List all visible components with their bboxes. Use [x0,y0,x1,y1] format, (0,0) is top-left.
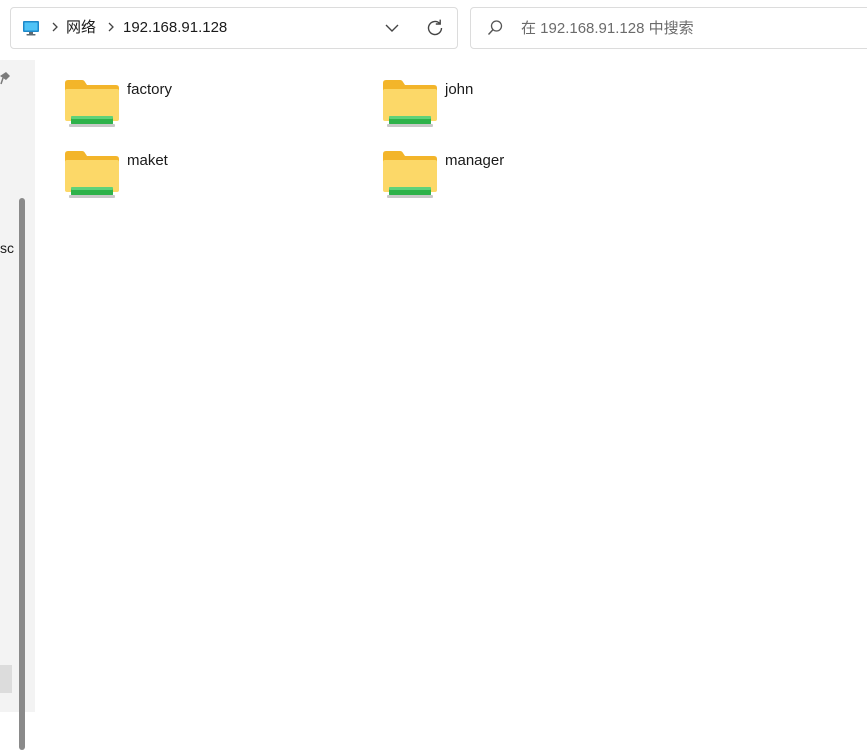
folder-name: john [445,81,474,98]
nav-scrollbar[interactable] [19,198,25,750]
refresh-button[interactable] [423,16,447,40]
folder-item-factory[interactable]: factory [64,79,364,137]
nav-item-label[interactable]: sc [0,240,14,256]
chevron-down-icon [385,24,399,32]
search-input[interactable]: 在 192.168.91.128 中搜索 [470,7,867,49]
chevron-right-icon[interactable] [106,20,116,34]
shared-folder-icon [65,151,119,198]
search-placeholder: 在 192.168.91.128 中搜索 [521,20,694,37]
file-list: factory john maket manager [35,60,867,712]
nav-item-selected[interactable] [0,665,12,693]
history-dropdown-button[interactable] [380,17,404,39]
breadcrumb-network[interactable]: 网络 [66,19,96,37]
breadcrumb-host[interactable]: 192.168.91.128 [123,19,227,37]
address-bar[interactable]: 网络 192.168.91.128 [10,7,458,49]
shared-folder-icon [383,80,437,127]
folder-name: factory [127,81,173,98]
refresh-icon [427,19,443,36]
folder-name: manager [445,152,505,169]
computer-monitor-icon [23,21,39,36]
navigation-pane[interactable]: sc [0,60,35,750]
folder-item-manager[interactable]: manager [382,150,682,208]
shared-folder-icon [383,151,437,198]
pin-icon [0,72,10,85]
navigation-bar: 网络 192.168.91.128 在 192.168.91.128 中搜索 [0,0,867,60]
folder-item-maket[interactable]: maket [64,150,364,208]
search-icon [487,20,503,35]
folder-name: maket [127,152,168,169]
shared-folder-icon [65,80,119,127]
chevron-right-icon[interactable] [50,20,60,34]
folder-item-john[interactable]: john [382,79,682,137]
